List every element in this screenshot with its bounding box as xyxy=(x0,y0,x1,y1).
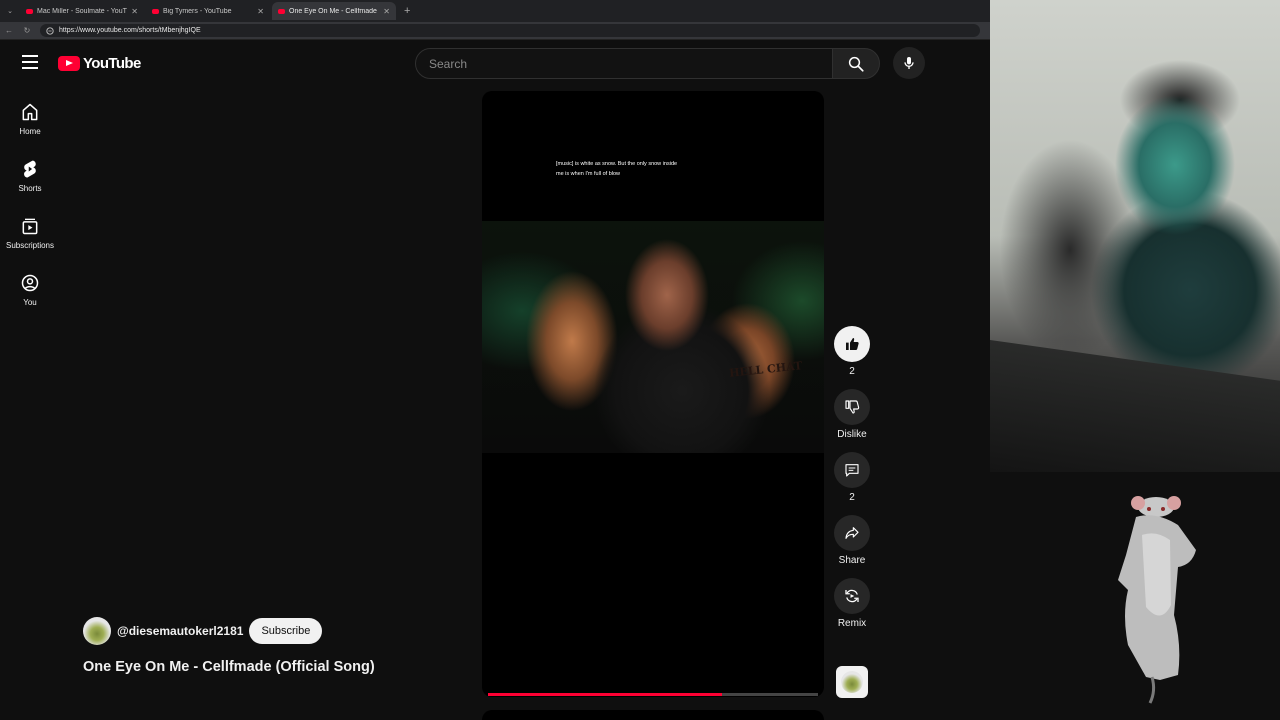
comment-count: 2 xyxy=(849,492,855,503)
youtube-favicon-icon xyxy=(278,8,285,14)
remix-button[interactable] xyxy=(834,578,870,614)
tab-title: One Eye On Me - Cellfmade xyxy=(289,7,377,15)
search-button[interactable] xyxy=(832,48,880,79)
search-icon xyxy=(848,56,864,72)
home-icon xyxy=(22,103,38,120)
channel-avatar[interactable] xyxy=(83,617,111,645)
like-button[interactable] xyxy=(834,326,870,362)
sidebar-item-home[interactable]: Home xyxy=(0,90,60,147)
channel-handle[interactable]: @diesemautokerl2181 xyxy=(117,624,243,638)
sidebar-item-shorts[interactable]: Shorts xyxy=(0,147,60,204)
browser-tab-3-active[interactable]: One Eye On Me - Cellfmade ✕ xyxy=(272,2,396,20)
sound-thumbnail[interactable] xyxy=(836,666,868,698)
sidebar-item-label: Subscriptions xyxy=(5,240,55,250)
back-arrow-icon[interactable]: ← xyxy=(0,26,18,35)
remix-label: Remix xyxy=(837,618,867,629)
close-tab-icon[interactable]: ✕ xyxy=(257,7,264,16)
close-tab-icon[interactable]: ✕ xyxy=(131,7,138,16)
youtube-logo[interactable]: YouTube xyxy=(58,55,141,72)
like-action: 2 xyxy=(832,326,872,377)
search-box xyxy=(415,48,833,79)
site-info-icon[interactable] xyxy=(46,26,54,35)
youtube-favicon-icon xyxy=(152,8,159,14)
logo-text: YouTube xyxy=(83,55,141,72)
shorts-icon xyxy=(24,160,36,178)
tab-title: Mac Miller - Soulmate - YouTube xyxy=(37,7,127,15)
sidebar-item-you[interactable]: You xyxy=(0,261,60,318)
share-label: Share xyxy=(838,555,866,566)
dislike-action: Dislike xyxy=(832,389,872,440)
sidebar-item-label: Shorts xyxy=(18,183,42,193)
browser-tab-1[interactable]: Mac Miller - Soulmate - YouTube ✕ xyxy=(20,2,144,20)
channel-info: @diesemautokerl2181 Subscribe xyxy=(83,617,323,645)
video-progress-fill xyxy=(488,693,723,696)
comment-icon xyxy=(845,464,859,477)
comments-button[interactable] xyxy=(834,452,870,488)
browser-tab-2[interactable]: Big Tymers - YouTube ✕ xyxy=(146,2,270,20)
shorts-action-bar: 2 Dislike 2 Share Remix xyxy=(832,326,872,641)
sidebar-item-label: Home xyxy=(19,126,41,136)
share-icon xyxy=(845,527,859,539)
tab-search-icon[interactable]: ⌄ xyxy=(0,7,20,15)
close-tab-icon[interactable]: ✕ xyxy=(383,7,390,16)
remix-icon xyxy=(845,589,859,603)
user-circle-icon xyxy=(21,274,39,291)
video-title[interactable]: One Eye On Me - Cellfmade (Official Song… xyxy=(83,659,375,675)
remix-action: Remix xyxy=(832,578,872,629)
new-tab-button[interactable]: + xyxy=(404,5,410,17)
desk-foreground xyxy=(990,340,1280,472)
video-progress-bar[interactable] xyxy=(488,693,818,696)
subscribe-button[interactable]: Subscribe xyxy=(249,618,323,644)
url-text: https://www.youtube.com/shorts/tMbenjhgI… xyxy=(59,27,201,34)
sidebar-item-subscriptions[interactable]: Subscriptions xyxy=(0,204,60,261)
share-button[interactable] xyxy=(834,515,870,551)
video-caption: [music] is white as snow. But the only s… xyxy=(556,161,678,177)
like-count: 2 xyxy=(849,366,855,377)
dislike-button[interactable] xyxy=(834,389,870,425)
thumbs-up-icon xyxy=(846,338,859,350)
share-action: Share xyxy=(832,515,872,566)
tattoo-text: HELL CHAT xyxy=(728,359,803,380)
sound-avatar xyxy=(841,671,863,693)
voice-search-button[interactable] xyxy=(893,47,925,79)
sidebar: Home Shorts Subscriptions You xyxy=(0,90,60,318)
browser-tab-strip: ⌄ Mac Miller - Soulmate - YouTube ✕ Big … xyxy=(0,0,990,22)
menu-icon[interactable] xyxy=(22,55,38,69)
subscriptions-icon xyxy=(22,218,38,234)
comments-action: 2 xyxy=(832,452,872,503)
thumbs-down-icon xyxy=(845,400,860,414)
youtube-play-logo-icon xyxy=(58,56,80,71)
dislike-label: Dislike xyxy=(837,429,867,440)
rat-overlay-image xyxy=(1118,496,1196,704)
video-frame-image: HELL CHAT xyxy=(482,221,824,453)
address-bar[interactable]: https://www.youtube.com/shorts/tMbenjhgI… xyxy=(40,24,980,37)
youtube-favicon-icon xyxy=(26,8,33,14)
reload-icon[interactable]: ↻ xyxy=(18,26,36,35)
youtube-header: YouTube xyxy=(0,40,990,86)
webcam-overlay xyxy=(990,0,1280,472)
next-short-preview[interactable] xyxy=(482,710,824,720)
tab-title: Big Tymers - YouTube xyxy=(163,7,232,15)
browser-toolbar: ← ↻ https://www.youtube.com/shorts/tMben… xyxy=(0,22,990,40)
microphone-icon xyxy=(904,57,914,69)
shorts-video-player[interactable]: [music] is white as snow. But the only s… xyxy=(482,91,824,697)
sidebar-item-label: You xyxy=(23,297,37,307)
search-input[interactable] xyxy=(429,56,832,71)
